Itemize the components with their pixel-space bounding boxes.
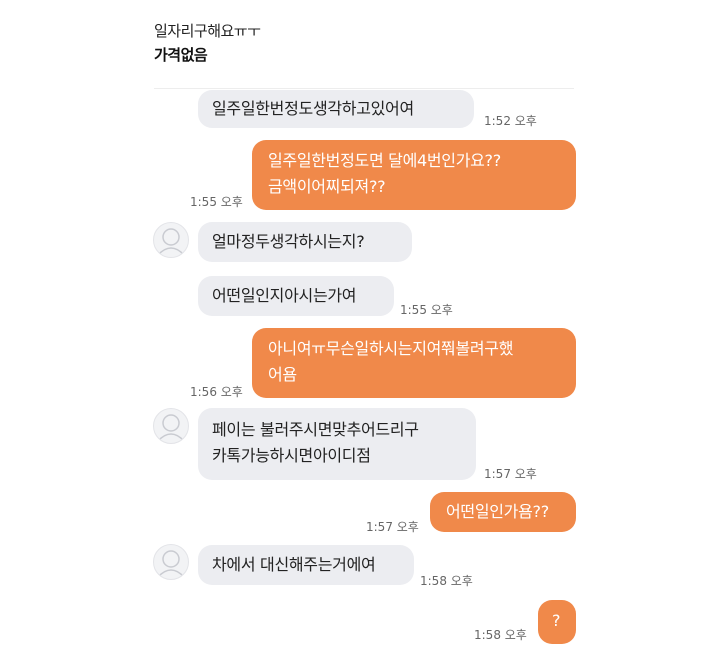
avatar[interactable] [153,222,189,258]
message-text-line2: 카톡가능하시면아이디점 [212,446,371,465]
message-text: 차에서 대신해주는거에여 [212,555,376,574]
message-timestamp: 1:55 오후 [190,195,243,209]
message-bubble-sent[interactable]: 어떤일인가욤?? [430,492,576,532]
message-bubble-received[interactable]: 페이는 불러주시면맞추어드리구 카톡가능하시면아이디점 [198,408,476,480]
chat-header: 일자리구해요ㅠㅜ 가격없음 [154,18,574,89]
message-bubble-received[interactable]: 얼마정두생각하시는지? [198,222,412,262]
message-bubble-sent[interactable]: 아니여ㅠ무슨일하시는지여쭤볼려구했 어욤 [252,328,576,398]
default-profile-icon [157,228,185,256]
message-text-line1: 일주일한번정도면 달에4번인가요?? [268,151,501,170]
message-timestamp: 1:55 오후 [400,303,453,317]
avatar[interactable] [153,408,189,444]
message-bubble-received[interactable]: 어떤일인지아시는가여 [198,276,394,316]
chat-subtitle: 가격없음 [154,46,208,64]
message-text-line1: 페이는 불러주시면맞추어드리구 [212,420,419,439]
chat-partner-name: 일자리구해요ㅠㅜ [154,22,261,40]
message-text: ? [552,611,561,630]
message-timestamp: 1:58 오후 [420,574,473,588]
message-text-line2: 어욤 [268,365,297,384]
message-bubble-sent[interactable]: ? [538,600,576,644]
message-text-line1: 아니여ㅠ무슨일하시는지여쭤볼려구했 [268,339,514,358]
message-timestamp: 1:58 오후 [474,628,527,642]
avatar[interactable] [153,544,189,580]
message-text: 얼마정두생각하시는지? [212,232,365,251]
message-timestamp: 1:52 오후 [484,114,537,128]
message-timestamp: 1:57 오후 [366,520,419,534]
message-text-line2: 금액이어찌되져?? [268,177,386,196]
default-profile-icon [157,414,185,442]
message-text: 어떤일인지아시는가여 [212,286,357,305]
message-timestamp: 1:57 오후 [484,467,537,481]
message-text: 일주일한번정도생각하고있어여 [212,99,414,118]
message-bubble-received[interactable]: 차에서 대신해주는거에여 [198,545,414,585]
message-bubble-received[interactable]: 일주일한번정도생각하고있어여 [198,90,474,128]
message-text: 어떤일인가욤?? [446,502,549,521]
message-timestamp: 1:56 오후 [190,385,243,399]
message-bubble-sent[interactable]: 일주일한번정도면 달에4번인가요?? 금액이어찌되져?? [252,140,576,210]
default-profile-icon [157,550,185,578]
